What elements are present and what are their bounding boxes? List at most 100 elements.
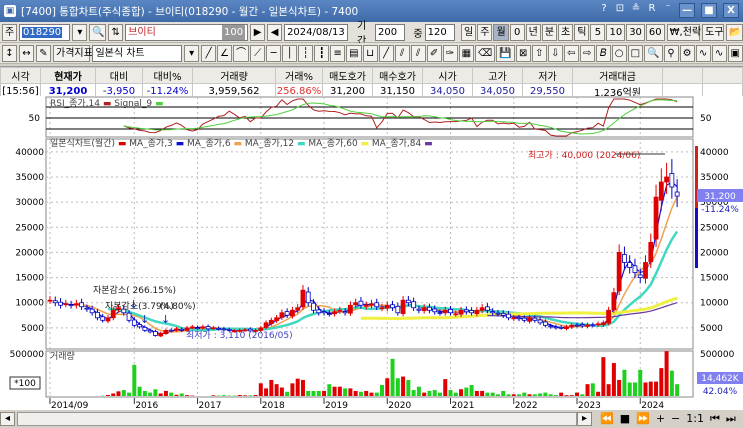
last-icon[interactable]: ⏭ xyxy=(726,412,736,426)
help-icon[interactable]: ⊡ xyxy=(615,3,625,18)
hline-icon[interactable]: ─ xyxy=(266,44,282,62)
code-dropdown-icon[interactable]: ▾ xyxy=(72,23,88,41)
chart-area[interactable]: 2014/09 2016 2017 2018 2019 2020 2021 2022 2023 2… xyxy=(0,96,743,411)
calc-icon[interactable]: ▣ xyxy=(727,44,743,62)
prev-button[interactable]: ◀ xyxy=(267,23,283,41)
interval-tab[interactable]: 30 xyxy=(626,23,645,41)
currency-button[interactable]: ₩,천락 xyxy=(666,23,701,41)
fast-back-icon[interactable]: ⏪ xyxy=(600,412,614,426)
scroll-left-icon[interactable]: ◂ xyxy=(0,412,15,426)
volume-bar xyxy=(617,379,622,396)
maximize-button[interactable]: ■ xyxy=(701,3,717,18)
interval-tab[interactable]: 일 xyxy=(461,23,477,41)
cycle-icon[interactable]: ⊔ xyxy=(362,44,378,62)
text-icon[interactable]: 𝐵 xyxy=(595,44,611,62)
sort-icon[interactable]: ⇅ xyxy=(108,23,124,41)
interval-tab[interactable]: 5 xyxy=(590,23,606,41)
price-indicator-button[interactable]: 가격지표 xyxy=(53,44,93,62)
pin-icon[interactable]: ? xyxy=(599,3,609,18)
interval-tab[interactable]: 60 xyxy=(645,23,665,41)
candle-body xyxy=(205,326,211,330)
interval-tab[interactable]: 년 xyxy=(525,23,541,41)
ratio-label[interactable]: 1:1 xyxy=(686,412,704,426)
next-button[interactable]: ▶ xyxy=(250,23,266,41)
candle-body xyxy=(437,312,443,314)
parallel-icon[interactable]: ⫽ xyxy=(410,44,426,62)
folder-icon[interactable]: 📂 xyxy=(726,23,743,41)
zoom-in-icon[interactable]: + xyxy=(656,412,665,426)
delete-icon[interactable]: ⊠ xyxy=(515,44,531,62)
interval-tab[interactable]: 틱 xyxy=(574,23,590,41)
wave2-icon[interactable]: ∿ xyxy=(711,44,727,62)
market-select[interactable]: 주 xyxy=(2,23,17,41)
interval-tab[interactable]: 0 xyxy=(509,23,525,41)
up-icon[interactable]: ⇧ xyxy=(531,44,547,62)
color-icon[interactable]: ▦ xyxy=(458,44,475,62)
circle-icon[interactable]: ○ xyxy=(611,44,627,62)
refresh-icon[interactable]: ⁻ xyxy=(663,3,673,18)
tools-button[interactable]: 도구 xyxy=(702,23,725,41)
save-icon[interactable]: 💾 xyxy=(496,44,515,62)
scroll-right-icon[interactable]: ▸ xyxy=(577,412,592,426)
pencil-icon[interactable]: ✐ xyxy=(426,44,442,62)
right-icon[interactable]: ⇨ xyxy=(579,44,595,62)
link-icon[interactable]: ≗ xyxy=(631,3,641,18)
first-icon[interactable]: ⏮ xyxy=(710,412,720,426)
settings-icon[interactable]: ⚙ xyxy=(679,44,695,62)
left-icon[interactable]: ⇦ xyxy=(563,44,579,62)
count-input[interactable]: 120 xyxy=(424,23,456,41)
wave-icon[interactable]: ∿ xyxy=(695,44,711,62)
down-icon[interactable]: ⇩ xyxy=(547,44,563,62)
fast-forward-icon[interactable]: ⏩ xyxy=(636,412,650,426)
zoom-icon[interactable]: 🔍 xyxy=(644,44,663,62)
ray-icon[interactable]: ╱ xyxy=(378,44,394,62)
stock-code-input[interactable]: 018290 xyxy=(19,23,71,41)
interval-tab[interactable]: 주 xyxy=(477,23,493,41)
angle-icon[interactable]: ∠ xyxy=(217,44,233,62)
volume-bar xyxy=(601,357,606,396)
candle-body xyxy=(358,300,364,306)
chart-scrollbar[interactable]: ◂ ▸ ⏪ ■ ⏩ + − 1:1 ⏮ ⏭ xyxy=(0,410,743,428)
line-icon[interactable]: ╱ xyxy=(201,44,217,62)
interval-tab[interactable]: 10 xyxy=(606,23,626,41)
arc-icon[interactable]: ⌒ xyxy=(233,44,250,62)
stock-name-field[interactable]: 브이티 100 xyxy=(125,23,249,41)
candle-body xyxy=(89,308,95,314)
channel-icon[interactable]: ⫽ xyxy=(394,44,410,62)
zoom-out-icon[interactable]: − xyxy=(671,412,680,426)
legend-swatch: ▬ xyxy=(100,99,114,109)
arrow-up-down-icon[interactable]: ↕ xyxy=(2,44,17,62)
chart-type-select[interactable]: 일본식 차트 xyxy=(92,44,183,62)
interval-tab[interactable]: 초 xyxy=(558,23,574,41)
stop-icon[interactable]: ■ xyxy=(620,412,630,426)
arrow-left-right-icon[interactable]: ↔ xyxy=(19,44,34,62)
volume-bar xyxy=(364,390,369,396)
eraser-icon[interactable]: ⌫ xyxy=(475,44,496,62)
fan-icon[interactable]: ⟋ xyxy=(250,44,266,62)
close-button[interactable]: X xyxy=(723,3,739,18)
scroll-track[interactable] xyxy=(17,412,577,426)
candle-body xyxy=(168,329,174,332)
chart-svg[interactable]: 2014/09 2016 2017 2018 2019 2020 2021 2022 2023 2… xyxy=(0,96,743,411)
fib-icon[interactable]: ┆ xyxy=(298,44,314,62)
brush-icon[interactable]: ✑ xyxy=(442,44,458,62)
rect-icon[interactable]: □ xyxy=(627,44,644,62)
grid-icon[interactable]: ≡ xyxy=(330,44,346,62)
bars-icon[interactable]: ▤ xyxy=(346,44,362,62)
interval-tab[interactable]: 월 xyxy=(493,23,509,41)
candle-body xyxy=(627,262,633,268)
magnet-icon[interactable]: ⚲ xyxy=(663,44,679,62)
notepad-icon[interactable]: ✎ xyxy=(36,44,51,62)
date-input[interactable]: 2024/08/13 xyxy=(284,23,348,41)
search-icon[interactable]: 🔍 xyxy=(89,23,107,41)
period-input[interactable]: 200 xyxy=(374,23,406,41)
volume-bar xyxy=(669,370,674,396)
fib2-icon[interactable]: ┇ xyxy=(314,44,330,62)
minimize-button[interactable]: — xyxy=(679,3,695,18)
chart-type-dropdown-icon[interactable]: ▾ xyxy=(184,44,200,62)
interval-tab[interactable]: 분 xyxy=(541,23,558,41)
sync-icon[interactable]: R xyxy=(647,3,657,18)
vline-icon[interactable]: │ xyxy=(282,44,298,62)
quote-header: 고가 xyxy=(472,67,523,84)
candle-body xyxy=(622,254,627,263)
